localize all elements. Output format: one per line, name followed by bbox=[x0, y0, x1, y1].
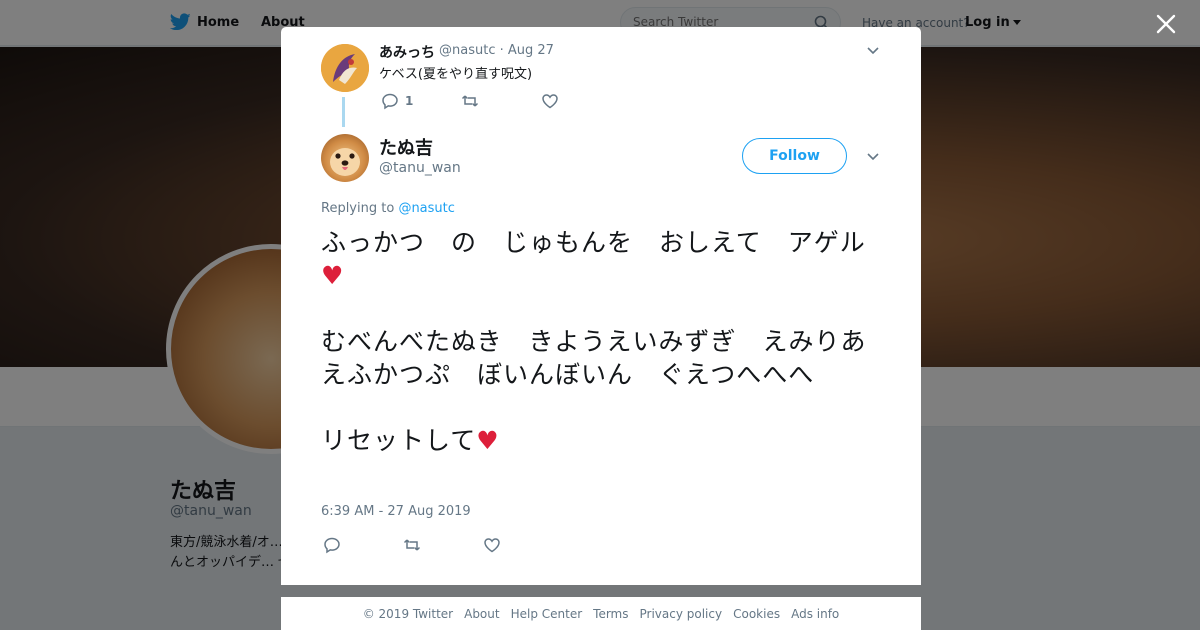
parent-like-action[interactable] bbox=[541, 92, 559, 110]
reply-action[interactable] bbox=[323, 536, 341, 554]
tweet-modal: あみっち @nasutc · Aug 27 ケベス(夏をやり直す呪文) 1 たぬ… bbox=[281, 27, 921, 585]
thread-connector-line bbox=[342, 97, 345, 127]
footer-help-center-link[interactable]: Help Center bbox=[511, 607, 583, 621]
parent-tweet-text: ケベス(夏をやり直す呪文) bbox=[379, 67, 533, 82]
replying-to: Replying to @nasutc bbox=[321, 201, 455, 216]
heart-emoji-icon: ♥ bbox=[476, 426, 500, 455]
chevron-down-icon[interactable] bbox=[866, 46, 880, 56]
tweet-line-3: リセットして♥ bbox=[321, 424, 881, 457]
parent-reply-action[interactable]: 1 bbox=[381, 92, 413, 110]
tweet-timestamp[interactable]: 6:39 AM - 27 Aug 2019 bbox=[321, 504, 471, 519]
author-name[interactable]: たぬ吉 bbox=[379, 134, 433, 160]
chevron-down-icon[interactable] bbox=[866, 152, 880, 162]
parent-author-handle[interactable]: @nasutc bbox=[439, 43, 495, 58]
heart-outline-icon bbox=[484, 538, 500, 553]
parent-date[interactable]: Aug 27 bbox=[508, 43, 554, 58]
tweet-line-3-text: リセットして bbox=[321, 426, 477, 455]
tweet-line-2: むべんべたぬき きようえいみずぎ えみりあえふかつぷ ぼいんぼいん ぐえつへへへ bbox=[321, 327, 867, 389]
footer-copyright: © 2019 Twitter bbox=[362, 606, 454, 621]
parent-author-meta: @nasutc · Aug 27 bbox=[439, 43, 554, 58]
tweet-line-1: ふっかつ の じゅもんを おしえて アゲル ♥ bbox=[321, 226, 881, 292]
parent-avatar[interactable] bbox=[321, 44, 369, 92]
parent-reply-count: 1 bbox=[405, 94, 414, 108]
footer-about-link[interactable]: About bbox=[464, 607, 499, 621]
retweet-action[interactable] bbox=[403, 536, 421, 554]
footer-links: © 2019 Twitter About Help Center Terms P… bbox=[281, 597, 921, 630]
like-action[interactable] bbox=[483, 536, 501, 554]
replying-handle-link[interactable]: @nasutc bbox=[398, 201, 454, 216]
follow-button[interactable]: Follow bbox=[742, 138, 847, 174]
avatar-illustration-icon bbox=[321, 44, 369, 92]
reply-icon bbox=[324, 537, 340, 554]
parent-retweet-action[interactable] bbox=[461, 92, 479, 110]
replying-prefix: Replying to bbox=[321, 201, 395, 216]
retweet-icon bbox=[461, 95, 479, 107]
heart-emoji-icon: ♥ bbox=[321, 261, 345, 290]
parent-author-name[interactable]: あみっち bbox=[379, 42, 435, 62]
footer-ads-info-link[interactable]: Ads info bbox=[791, 607, 839, 621]
author-avatar[interactable] bbox=[321, 134, 369, 182]
footer-cookies-link[interactable]: Cookies bbox=[733, 607, 780, 621]
heart-outline-icon bbox=[542, 94, 558, 109]
retweet-icon bbox=[403, 539, 421, 551]
close-icon[interactable] bbox=[1152, 10, 1180, 38]
reply-icon bbox=[382, 93, 398, 110]
dog-avatar-icon bbox=[330, 148, 360, 176]
tweet-line-1-text: ふっかつ の じゅもんを おしえて アゲル bbox=[321, 228, 866, 257]
footer-privacy-link[interactable]: Privacy policy bbox=[640, 607, 723, 621]
footer-terms-link[interactable]: Terms bbox=[593, 607, 628, 621]
author-handle[interactable]: @tanu_wan bbox=[379, 160, 461, 176]
tweet-text: ふっかつ の じゅもんを おしえて アゲル ♥ むべんべたぬき きようえいみずぎ … bbox=[321, 226, 881, 457]
